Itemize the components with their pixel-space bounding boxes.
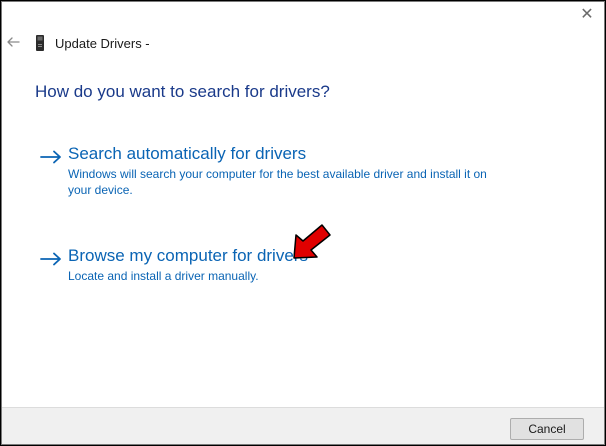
device-icon: [34, 35, 46, 51]
dialog-title: Update Drivers -: [55, 35, 150, 51]
dialog-footer: Cancel: [2, 407, 604, 444]
red-pointer-arrow: [293, 224, 331, 259]
browse-computer-title[interactable]: Browse my computer for drivers: [68, 246, 308, 266]
page-heading: How do you want to search for drivers?: [35, 82, 330, 101]
back-arrow-icon[interactable]: [4, 32, 24, 52]
update-drivers-dialog: ✕ Update Drivers - How do you want to se…: [1, 1, 605, 445]
search-automatically-option[interactable]: Search automatically for drivers Windows…: [40, 144, 520, 202]
right-arrow-icon: [40, 252, 62, 266]
search-automatically-description: Windows will search your computer for th…: [68, 167, 487, 197]
cancel-button[interactable]: Cancel: [510, 418, 584, 440]
close-icon[interactable]: ✕: [578, 6, 596, 24]
dialog-title-row: Update Drivers -: [34, 33, 150, 53]
search-automatically-title[interactable]: Search automatically for drivers: [68, 144, 306, 164]
right-arrow-icon: [40, 150, 62, 164]
browse-computer-description: Locate and install a driver manually.: [68, 269, 259, 283]
